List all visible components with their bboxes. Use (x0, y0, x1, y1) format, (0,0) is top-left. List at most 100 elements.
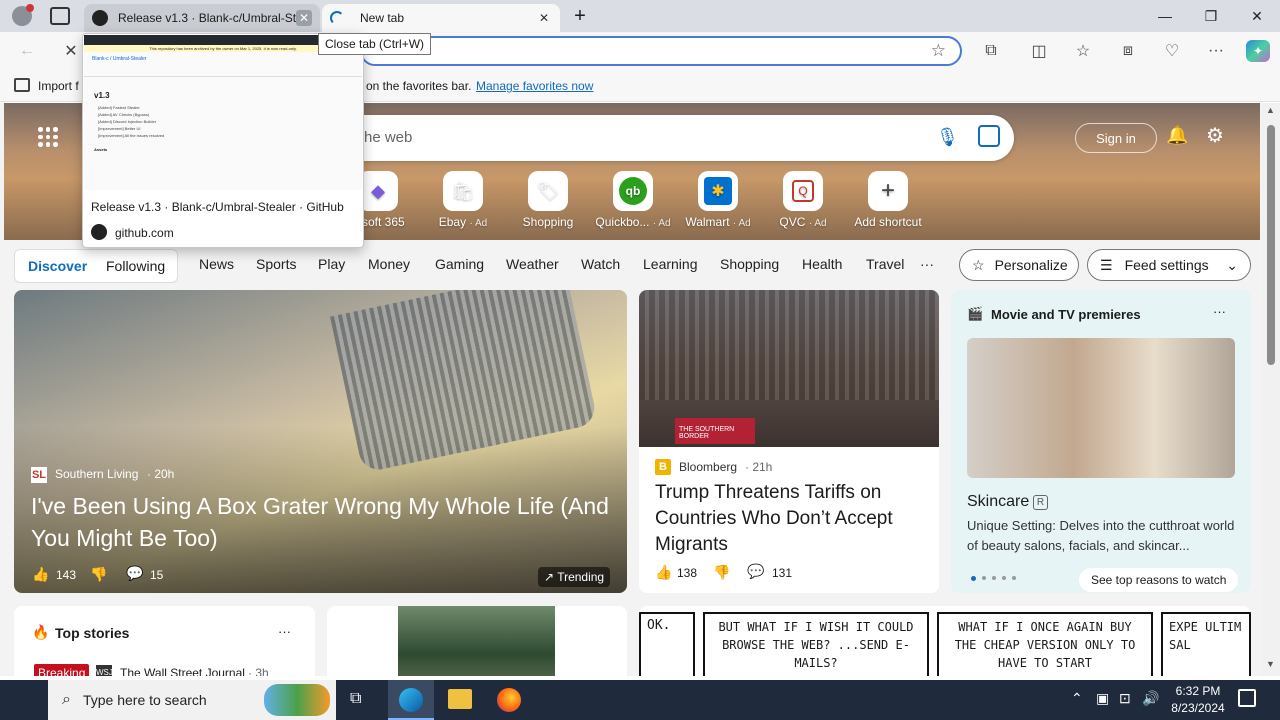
new-tab-button[interactable]: + (568, 4, 592, 28)
nav-health[interactable]: Health (802, 256, 842, 272)
dislike-icon[interactable]: 👎 (713, 564, 730, 581)
collections-icon[interactable]: ⧈ (1117, 40, 1139, 62)
restore-button[interactable]: ❐ (1188, 0, 1234, 32)
nav-learning[interactable]: Learning (643, 256, 698, 272)
copilot-icon[interactable]: ✦ (1246, 40, 1270, 62)
scroll-down-icon[interactable]: ▼ (1266, 659, 1275, 669)
walmart-icon: ✱ (698, 171, 738, 211)
nav-travel[interactable]: Travel (866, 256, 904, 272)
page-scrollbar[interactable]: ▲ ▼ (1262, 103, 1280, 676)
story-image (398, 606, 555, 676)
notifications-bell-icon[interactable]: 🔔 (1166, 125, 1188, 146)
movie-tv-card[interactable]: 🎬 Movie and TV premieres ··· Skincare R … (951, 290, 1251, 593)
browser-essentials-icon[interactable]: ♡ (1161, 40, 1183, 62)
ad-label: · Ad (652, 218, 671, 229)
tab-hover-preview: This repository has been archived by the… (82, 33, 364, 248)
comment-icon[interactable]: 💬 (126, 565, 143, 582)
comment-icon[interactable]: 💬 (747, 563, 764, 580)
top-stories-header: Top stories (55, 625, 130, 641)
volume-icon[interactable]: 🔊 (1142, 690, 1159, 707)
visual-search-icon[interactable] (978, 125, 1000, 147)
close-window-button[interactable]: ✕ (1234, 0, 1280, 32)
preview-domain: github.com (115, 226, 174, 240)
carousel-dots[interactable] (971, 576, 1016, 581)
close-tab-tooltip: Close tab (Ctrl+W) (318, 33, 432, 55)
feed-settings-button[interactable]: ☰ Feed settings ⌄ (1087, 249, 1251, 281)
story-card-image[interactable] (327, 606, 627, 676)
dislike-icon[interactable]: 👎 (90, 566, 107, 583)
nav-play[interactable]: Play (318, 256, 345, 272)
see-reasons-button[interactable]: See top reasons to watch (1079, 568, 1239, 592)
microphone-icon[interactable]: 🎙 (936, 127, 959, 148)
task-view-icon[interactable]: ⧉ (350, 690, 361, 708)
firefox-icon[interactable] (497, 688, 521, 712)
extensions-icon[interactable]: ⧉ (980, 40, 1002, 62)
card-more-button[interactable]: ··· (1213, 304, 1226, 319)
close-tab-button[interactable]: ✕ (296, 10, 312, 26)
nav-more-button[interactable]: ··· (920, 256, 934, 272)
network-icon[interactable]: ⊡ (1119, 690, 1131, 707)
comic-strip-card[interactable]: OK. BUT WHAT IF I WISH IT COULD BROWSE T… (639, 606, 1251, 676)
personalize-button[interactable]: ☆ Personalize (959, 249, 1079, 281)
ad-label: · Ad (808, 218, 827, 229)
scroll-up-icon[interactable]: ▲ (1266, 105, 1275, 115)
page-settings-gear-icon[interactable]: ⚙ (1206, 123, 1224, 148)
nav-sports[interactable]: Sports (256, 256, 296, 272)
movie-title[interactable]: Skincare (967, 493, 1029, 511)
web-search-box[interactable]: he web 🎙 (300, 115, 1014, 161)
stop-button[interactable]: ✕ (60, 40, 82, 62)
story-card-trump[interactable]: THE SOUTHERN BORDER B Bloomberg · 21h Tr… (639, 290, 939, 593)
nav-news[interactable]: News (199, 256, 234, 272)
minimize-button[interactable]: — (1142, 0, 1188, 32)
notification-center-icon[interactable] (1238, 689, 1256, 707)
taskbar-search-input[interactable]: Type here to search (83, 692, 207, 708)
like-icon[interactable]: 👍 (655, 564, 672, 581)
tab-discover[interactable]: Discover (28, 258, 87, 274)
like-icon[interactable]: 👍 (32, 566, 49, 583)
clock-date[interactable]: 8/23/2024 (1166, 701, 1230, 715)
nav-shopping[interactable]: Shopping (720, 256, 779, 272)
close-tab-button[interactable]: ✕ (536, 10, 552, 26)
card-more-button[interactable]: ··· (278, 624, 291, 639)
shortcut-walmart[interactable]: ✱ Walmart · Ad (678, 171, 758, 229)
taskbar-search[interactable]: ⌕ Type here to search (48, 680, 336, 720)
show-hidden-icons[interactable]: ⌃ (1071, 690, 1083, 707)
search-input[interactable]: he web (364, 129, 412, 146)
ebay-bag-icon: 🛍 (443, 171, 483, 211)
comic-panel-2: BUT WHAT IF I WISH IT COULD BROWSE THE W… (703, 612, 929, 676)
github-icon (91, 224, 107, 240)
story-headline[interactable]: Trump Threatens Tariffs on Countries Who… (655, 480, 925, 558)
favorites-icon[interactable]: ☆ (1072, 40, 1094, 62)
address-bar[interactable]: ☆ (360, 36, 962, 66)
back-button[interactable]: ← (16, 40, 38, 62)
import-favorites-link[interactable]: Import f (38, 79, 79, 93)
meet-now-icon[interactable]: ▣ (1096, 690, 1109, 707)
nav-gaming[interactable]: Gaming (435, 256, 484, 272)
file-explorer-icon[interactable] (448, 689, 472, 709)
shortcut-ebay[interactable]: 🛍 Ebay · Ad (423, 171, 503, 229)
nav-money[interactable]: Money (368, 256, 410, 272)
shortcut-shopping[interactable]: 🏷 Shopping (508, 171, 588, 229)
add-shortcut-button[interactable]: + Add shortcut (848, 171, 928, 229)
manage-favorites-link[interactable]: Manage favorites now (476, 79, 593, 93)
scrollbar-thumb[interactable] (1267, 125, 1275, 365)
settings-more-icon[interactable]: ··· (1205, 40, 1227, 62)
tab-github-release[interactable]: Release v1.3 · Blank-c/Umbral-St ✕ (84, 4, 320, 32)
favorite-star-icon[interactable]: ☆ (931, 41, 946, 61)
tab-following[interactable]: Following (106, 258, 165, 274)
tab-actions-icon[interactable] (50, 7, 70, 25)
story-headline[interactable]: I've Been Using A Box Grater Wrong My Wh… (31, 490, 611, 554)
sign-in-button[interactable]: Sign in (1075, 123, 1157, 153)
shortcut-qvc[interactable]: Q QVC · Ad (763, 171, 843, 229)
shortcut-quickbooks[interactable]: qb Quickbo... · Ad (593, 171, 673, 229)
clock-time[interactable]: 6:32 PM (1168, 684, 1228, 698)
nav-watch[interactable]: Watch (581, 256, 620, 272)
story-card-main[interactable]: SL Southern Living · 20h I've Been Using… (14, 290, 627, 593)
nav-weather[interactable]: Weather (506, 256, 559, 272)
profile-icon[interactable] (12, 4, 34, 26)
split-screen-icon[interactable]: ◫ (1028, 40, 1050, 62)
tab-new-tab[interactable]: New tab ✕ (322, 4, 560, 32)
apps-launcher-icon[interactable] (38, 127, 58, 147)
taskbar-edge[interactable] (388, 680, 434, 720)
windows-start-icon[interactable] (12, 690, 32, 710)
